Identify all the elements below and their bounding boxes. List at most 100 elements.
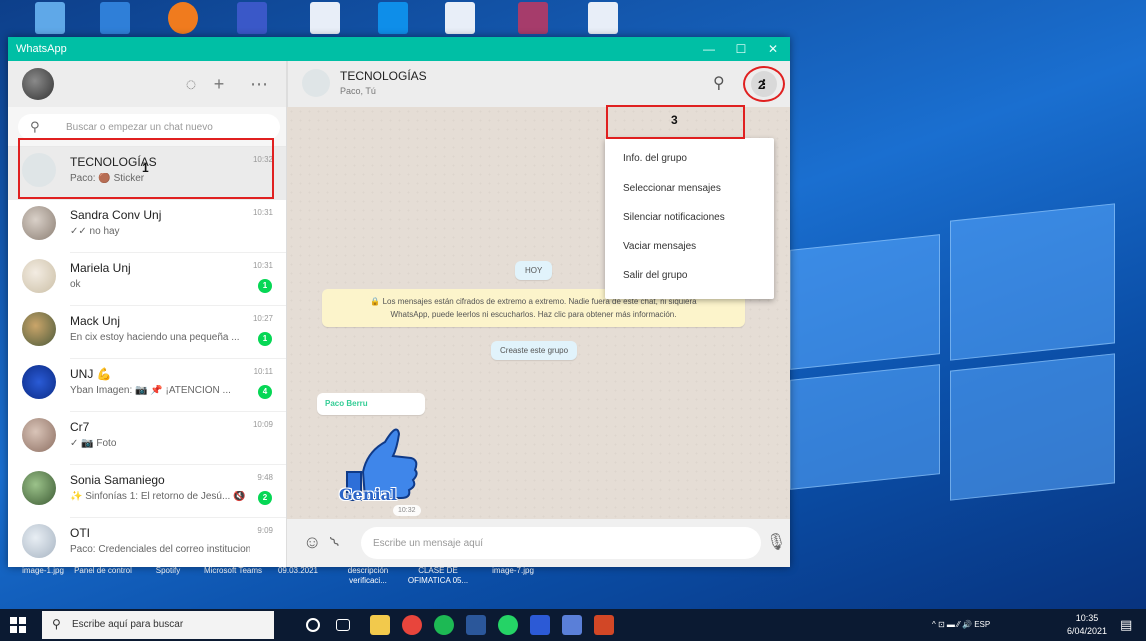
unread-badge: 1 <box>258 332 272 346</box>
chrome-icon[interactable] <box>402 615 422 635</box>
chat-preview: ✓ 📷 Foto <box>70 438 117 449</box>
group-avatar-icon[interactable] <box>302 69 330 97</box>
chat-row-mack[interactable]: Mack Unj En cix estoy haciendo una peque… <box>8 306 286 359</box>
spotify-icon[interactable] <box>434 615 454 635</box>
windows-logo-wallpaper <box>780 190 1120 501</box>
unread-badge: 4 <box>258 385 272 399</box>
desktop-label[interactable]: image-7.jpg <box>478 566 548 576</box>
start-button[interactable] <box>10 617 26 633</box>
word-doc-icon-3[interactable] <box>588 2 618 34</box>
chat-row-mariela[interactable]: Mariela Unj ok 10:31 1 <box>8 253 286 306</box>
whatsapp-icon[interactable] <box>498 615 518 635</box>
menu-item-group-info[interactable]: Info. del grupo <box>605 144 774 173</box>
search-container: ⚲ <box>18 114 280 140</box>
clock-time[interactable]: 10:35 <box>1062 613 1112 623</box>
task-view-icon[interactable] <box>336 619 350 631</box>
status-icon[interactable]: ◌ <box>180 73 202 95</box>
taskbar-search[interactable]: ⚲ Escribe aquí para buscar <box>42 611 274 639</box>
winrar-icon[interactable] <box>518 2 548 34</box>
menu-item-clear[interactable]: Vaciar mensajes <box>605 232 774 261</box>
firefox-icon[interactable] <box>168 2 198 34</box>
date-chip: HOY <box>515 261 553 280</box>
desktop-label[interactable]: Spotify <box>133 566 203 576</box>
desktop-icon-labels: image-1.jpg Panel de control Spotify Mic… <box>8 566 608 596</box>
contact-avatar <box>22 524 56 558</box>
chat-name: Mariela Unj <box>70 261 131 275</box>
group-members: Paco, Tú <box>340 86 376 96</box>
notification-icon[interactable]: ▤ <box>1120 617 1132 633</box>
chat-preview: En cix estoy haciendo una pequeña ... <box>70 332 240 343</box>
whatsapp-window: WhatsApp — ☐ ✕ ◌ + ⋯ ⚲ TECNOLOGÍAS Paco:… <box>8 37 790 567</box>
message-time: 10:32 <box>393 505 421 516</box>
people-icon[interactable] <box>562 615 582 635</box>
maximize-button[interactable]: ☐ <box>730 39 752 59</box>
conversation-header[interactable]: TECNOLOGÍAS Paco, Tú ⚲ ⋮ <box>287 61 790 107</box>
desktop-label[interactable]: Panel de control <box>68 566 138 576</box>
compose-bar: ☺ ⌇ 🎙 <box>287 519 790 567</box>
left-header: ◌ + ⋯ <box>8 61 286 107</box>
emoji-icon[interactable]: ☺ <box>303 532 321 553</box>
chat-list-panel: ◌ + ⋯ ⚲ TECNOLOGÍAS Paco: 🟤 Sticker 10:3… <box>8 61 287 567</box>
new-chat-icon[interactable]: + <box>208 73 230 95</box>
chat-name: Sonia Samaniego <box>70 473 165 487</box>
search-input[interactable] <box>66 117 266 137</box>
chat-row-sandra[interactable]: Sandra Conv Unj ✓✓ no hay 10:31 <box>8 200 286 253</box>
annotation-number-3: 3 <box>671 113 678 127</box>
cortana-icon[interactable] <box>306 618 320 632</box>
menu-item-select-messages[interactable]: Seleccionar mensajes <box>605 174 774 203</box>
taskbar: ⚲ Escribe aquí para buscar ^ ⊡ ▬ ⁄⁄ 🔊 ES… <box>0 609 1146 641</box>
contact-avatar <box>22 259 56 293</box>
close-button[interactable]: ✕ <box>762 39 784 59</box>
more-options-icon[interactable]: ⋯ <box>248 73 270 95</box>
sticker-text: Genial <box>339 485 397 504</box>
menu-item-exit-group[interactable]: Salir del grupo <box>605 261 774 290</box>
word-doc-icon[interactable] <box>310 2 340 34</box>
avatar[interactable] <box>22 68 54 100</box>
menu-item-mute[interactable]: Silenciar notificaciones <box>605 203 774 232</box>
chat-row-oti[interactable]: OTI Paco: Credenciales del correo instit… <box>8 518 286 567</box>
chat-name: OTI <box>70 526 90 540</box>
computer-icon[interactable] <box>35 2 65 34</box>
window-title: WhatsApp <box>16 43 67 55</box>
search-icon[interactable]: ⚲ <box>713 73 725 93</box>
contact-avatar <box>22 206 56 240</box>
teamviewer-icon[interactable] <box>378 2 408 34</box>
word-icon[interactable] <box>466 615 486 635</box>
search-bar: ⚲ <box>8 107 286 147</box>
file-explorer-icon[interactable] <box>370 615 390 635</box>
chat-time: 10:31 <box>252 208 273 217</box>
chat-preview: Paco: Credenciales del correo institucio… <box>70 544 250 555</box>
desktop-label[interactable]: 09.03.2021 <box>263 566 333 576</box>
desktop-label[interactable]: CLASE DE OFIMATICA 05... <box>403 566 473 586</box>
chat-row-sonia[interactable]: Sonia Samaniego ✨ Sinfonías 1: El retorn… <box>8 465 286 518</box>
contact-avatar <box>22 418 56 452</box>
group-options-menu: Info. del grupo Seleccionar mensajes Sil… <box>605 138 774 299</box>
shield-app-icon[interactable] <box>237 2 267 34</box>
powerpoint-icon[interactable] <box>594 615 614 635</box>
message-input[interactable] <box>361 527 761 559</box>
paperclip-icon[interactable]: ⌇ <box>326 533 344 552</box>
chat-name: UNJ 💪 <box>70 367 112 381</box>
chat-row-cr7[interactable]: Cr7 ✓ 📷 Foto 10:09 <box>8 412 286 465</box>
word-doc-icon-2[interactable] <box>445 2 475 34</box>
system-message: Creaste este grupo <box>491 341 578 360</box>
desktop-label[interactable]: Microsoft Teams <box>198 566 268 576</box>
contact-avatar <box>22 471 56 505</box>
chat-time: 9:09 <box>257 526 273 535</box>
defender-icon[interactable] <box>530 615 550 635</box>
chat-preview: ok <box>70 279 81 290</box>
conversation-panel: TECNOLOGÍAS Paco, Tú ⚲ ⋮ HOY 🔒 Los mensa… <box>287 61 790 567</box>
minimize-button[interactable]: — <box>698 39 720 59</box>
desktop-icons <box>0 0 640 38</box>
sender-name: Paco Berru <box>325 399 368 408</box>
teams-icon[interactable] <box>100 2 130 34</box>
desktop-label[interactable]: descripción verificaci... <box>333 566 403 586</box>
system-tray[interactable]: ^ ⊡ ▬ ⁄⁄ 🔊 ESP <box>932 620 990 629</box>
clock-date[interactable]: 6/04/2021 <box>1062 626 1112 636</box>
microphone-icon[interactable]: 🎙 <box>766 532 786 552</box>
chat-row-unj[interactable]: UNJ 💪 Yban Imagen: 📷 📌 ¡ATENCIÓN ... 10:… <box>8 359 286 412</box>
chat-time: 9:48 <box>257 473 273 482</box>
chat-list: TECNOLOGÍAS Paco: 🟤 Sticker 10:32 Sandra… <box>8 147 286 567</box>
chat-time: 10:09 <box>252 420 273 429</box>
window-titlebar[interactable]: WhatsApp — ☐ ✕ <box>8 37 790 61</box>
